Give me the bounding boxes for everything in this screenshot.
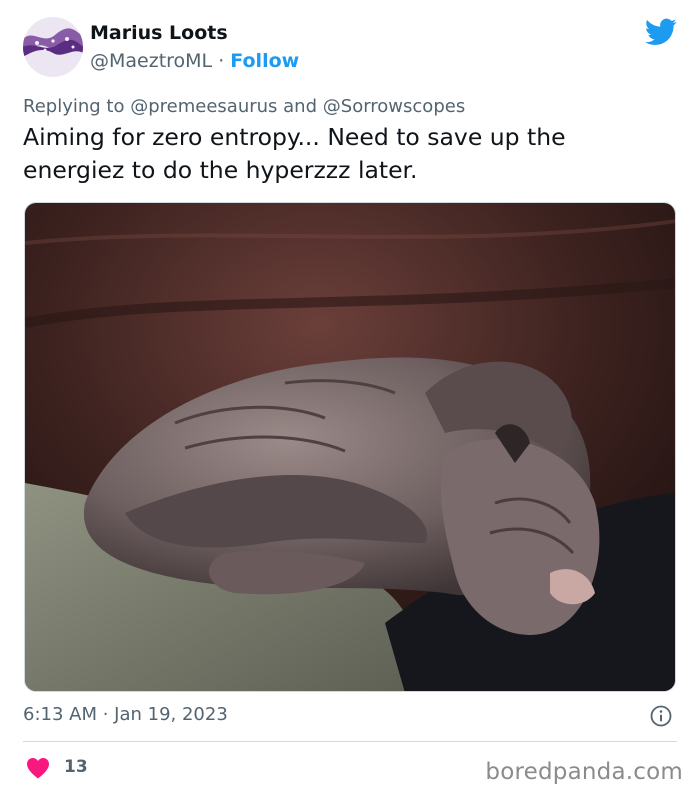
avatar[interactable] xyxy=(23,17,83,77)
watermark: boredpanda.com xyxy=(485,759,683,785)
reply-mention-sorrowscopes[interactable]: @Sorrowscopes xyxy=(323,96,465,117)
author-handle[interactable]: @MaeztroML xyxy=(90,50,212,72)
twitter-bird-icon[interactable] xyxy=(645,18,677,46)
reply-prefix: Replying to xyxy=(23,96,125,117)
reply-mention-premeesaurus[interactable]: @premeesaurus xyxy=(130,96,277,117)
author-handle-row: @MaeztroML · Follow xyxy=(90,50,299,72)
author-name[interactable]: Marius Loots xyxy=(90,22,228,44)
reply-conjunction: and xyxy=(283,96,318,117)
tweet-timestamp[interactable]: 6:13 AM · Jan 19, 2023 xyxy=(23,704,228,725)
heart-icon[interactable] xyxy=(26,757,50,779)
replying-to: Replying to @premeesaurus and @Sorrowsco… xyxy=(23,96,465,117)
tweet-photo[interactable] xyxy=(24,202,676,692)
like-count[interactable]: 13 xyxy=(64,757,88,777)
divider xyxy=(23,741,677,742)
handle-separator: · xyxy=(218,50,225,72)
tweet-text: Aiming for zero entropy... Need to save … xyxy=(23,123,566,184)
info-icon[interactable] xyxy=(650,705,672,727)
follow-button[interactable]: Follow xyxy=(230,50,299,72)
